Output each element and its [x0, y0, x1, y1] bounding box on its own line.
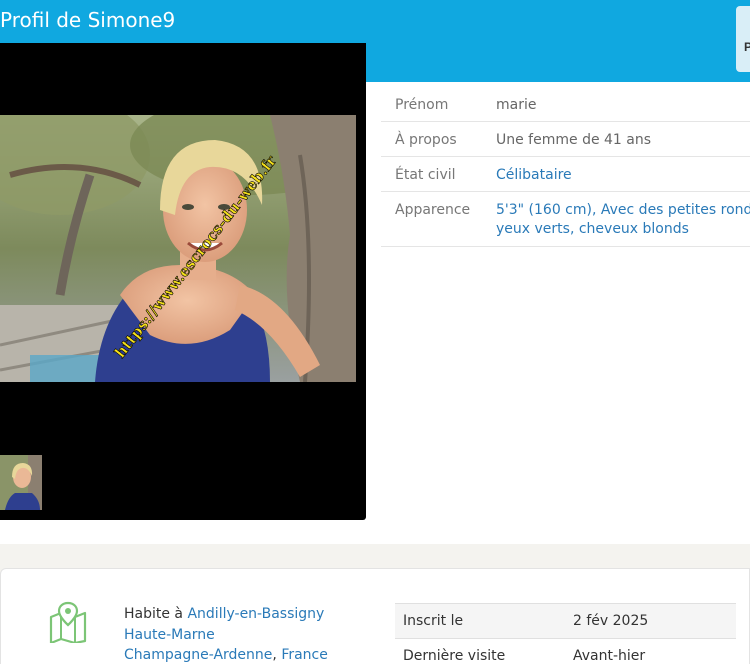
- location-info: Habite à Andilly-en-Bassigny Haute-Marne…: [124, 604, 328, 664]
- main-profile-photo[interactable]: https://www.escrocs-du-web.fr: [0, 115, 356, 382]
- region-link[interactable]: Champagne-Ardenne: [124, 647, 272, 663]
- stat-row-registered: Inscrit le 2 fév 2025: [395, 603, 736, 638]
- header-action-button[interactable]: P: [736, 6, 750, 72]
- detail-row-appearance: Apparence 5'3" (160 cm), Avec des petite…: [381, 192, 750, 247]
- location-separator: ,: [272, 647, 282, 663]
- marital-status-link[interactable]: Célibataire: [496, 167, 572, 183]
- detail-value: marie: [496, 97, 537, 113]
- detail-row-about: À propos Une femme de 41 ans: [381, 122, 750, 157]
- detail-label: Prénom: [395, 97, 449, 113]
- stat-value: 2 fév 2025: [573, 613, 649, 629]
- photo-viewer: https://www.escrocs-du-web.fr: [0, 43, 366, 520]
- page-title: Profil de Simone9: [0, 8, 176, 32]
- country-link[interactable]: France: [281, 647, 328, 663]
- detail-row-marital-status: État civil Célibataire: [381, 157, 750, 192]
- location-prefix: Habite à: [124, 606, 188, 622]
- profile-details: Prénom marie À propos Une femme de 41 an…: [381, 87, 750, 247]
- detail-label: Apparence: [395, 202, 471, 218]
- stat-label: Dernière visite: [403, 648, 506, 664]
- member-stats: Inscrit le 2 fév 2025 Dernière visite Av…: [395, 603, 736, 664]
- detail-label: À propos: [395, 132, 457, 148]
- stat-row-last-visit: Dernière visite Avant-hier: [395, 638, 736, 664]
- header-action-label: P: [744, 40, 750, 54]
- stat-value: Avant-hier: [573, 648, 646, 664]
- photo-thumbnail[interactable]: [0, 455, 42, 510]
- detail-value: Une femme de 41 ans: [496, 132, 652, 148]
- map-pin-icon: [49, 601, 87, 643]
- appearance-link-line2[interactable]: yeux verts, cheveux blonds: [496, 221, 689, 237]
- detail-label: État civil: [395, 167, 456, 183]
- city-link[interactable]: Andilly-en-Bassigny: [187, 606, 324, 622]
- appearance-link[interactable]: 5'3" (160 cm), Avec des petites rondeurs: [496, 202, 750, 218]
- detail-row-first-name: Prénom marie: [381, 87, 750, 122]
- department-link[interactable]: Haute-Marne: [124, 627, 215, 643]
- stat-label: Inscrit le: [403, 613, 464, 629]
